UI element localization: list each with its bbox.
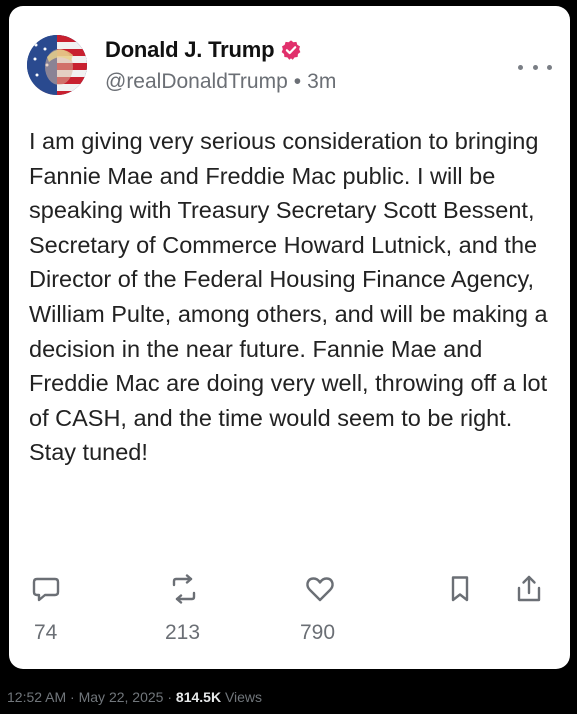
post-meta-footer: 12:52 AM · May 22, 2025 · 814.5K Views <box>7 689 262 705</box>
repost-button[interactable]: 213 <box>165 574 229 644</box>
more-dot <box>532 64 538 70</box>
heart-icon <box>306 577 334 602</box>
like-button[interactable]: 790 <box>300 574 365 644</box>
meta-separator: · <box>167 689 173 705</box>
reply-icon <box>32 577 60 602</box>
handle-row: @realDonaldTrump • 3m <box>105 70 336 94</box>
post-time[interactable]: 3m <box>307 70 336 94</box>
handle-separator: • <box>293 70 302 93</box>
verified-badge-icon <box>282 40 301 60</box>
avatar[interactable] <box>27 35 87 95</box>
reply-button[interactable]: 74 <box>31 574 91 644</box>
author-handle[interactable]: @realDonaldTrump <box>105 70 288 94</box>
action-bar: 74 213 790 <box>9 574 570 654</box>
bookmark-icon <box>451 576 469 602</box>
post-text: I am giving very serious consideration t… <box>29 128 548 466</box>
avatar-image <box>27 35 87 95</box>
more-dot <box>518 64 523 70</box>
views-count: 814.5K <box>175 689 222 705</box>
views-label: Views <box>224 689 263 705</box>
meta-separator: · <box>70 689 75 705</box>
post-timestamp[interactable]: 12:52 AM <box>7 689 66 705</box>
share-button[interactable] <box>514 574 574 604</box>
post-date[interactable]: May 22, 2025 <box>79 689 164 705</box>
author-row: Donald J. Trump <box>105 37 302 63</box>
like-count: 790 <box>300 621 336 644</box>
author-name[interactable]: Donald J. Trump <box>105 37 275 63</box>
share-icon <box>517 575 541 602</box>
more-options-icon[interactable] <box>518 61 552 73</box>
more-dot <box>547 64 552 70</box>
post-card: Donald J. Trump @realDonaldTrump • 3m I … <box>9 6 570 669</box>
repost-icon <box>172 574 196 604</box>
repost-count: 213 <box>165 621 201 644</box>
reply-count: 74 <box>34 621 58 644</box>
bookmark-button[interactable] <box>445 574 505 604</box>
